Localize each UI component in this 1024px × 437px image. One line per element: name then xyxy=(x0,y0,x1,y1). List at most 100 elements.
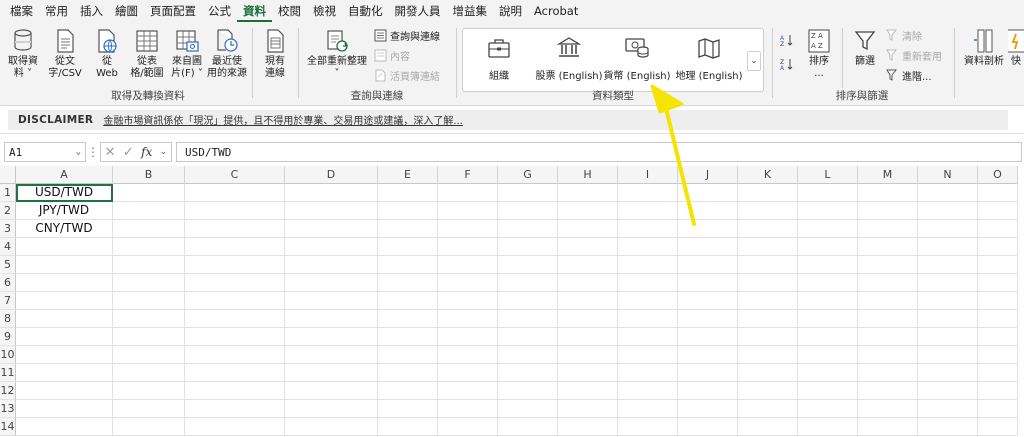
cell-G13[interactable] xyxy=(498,400,558,418)
cell-E11[interactable] xyxy=(378,364,438,382)
cell-B12[interactable] xyxy=(113,382,185,400)
cell-A2[interactable]: JPY/TWD xyxy=(16,202,113,220)
cell-I2[interactable] xyxy=(618,202,678,220)
row-header-4[interactable]: 4 xyxy=(0,238,16,256)
recent-sources-button[interactable]: 最近使 用的來源 xyxy=(207,28,247,86)
cell-H1[interactable] xyxy=(558,184,618,202)
cell-K14[interactable] xyxy=(738,418,798,436)
cell-A13[interactable] xyxy=(16,400,113,418)
select-all-corner[interactable] xyxy=(0,166,16,184)
existing-connections-button[interactable]: 現有 連線 xyxy=(256,28,294,86)
cell-E5[interactable] xyxy=(378,256,438,274)
row-header-8[interactable]: 8 xyxy=(0,310,16,328)
insert-function-icon[interactable]: fx xyxy=(141,145,152,159)
column-header-D[interactable]: D xyxy=(285,166,378,184)
filter-button[interactable]: 篩選 xyxy=(846,28,884,86)
cell-M10[interactable] xyxy=(858,346,918,364)
cell-F3[interactable] xyxy=(438,220,498,238)
cell-D13[interactable] xyxy=(285,400,378,418)
cell-L5[interactable] xyxy=(798,256,858,274)
cell-L4[interactable] xyxy=(798,238,858,256)
cell-O3[interactable] xyxy=(978,220,1018,238)
cell-H6[interactable] xyxy=(558,274,618,292)
cancel-icon[interactable]: ✕ xyxy=(105,145,116,160)
cell-H10[interactable] xyxy=(558,346,618,364)
cell-C11[interactable] xyxy=(185,364,285,382)
tab-13[interactable]: Acrobat xyxy=(528,0,584,22)
cell-J3[interactable] xyxy=(678,220,738,238)
cell-K7[interactable] xyxy=(738,292,798,310)
cell-J8[interactable] xyxy=(678,310,738,328)
cell-H13[interactable] xyxy=(558,400,618,418)
cell-C8[interactable] xyxy=(185,310,285,328)
cell-C4[interactable] xyxy=(185,238,285,256)
cell-M8[interactable] xyxy=(858,310,918,328)
sort-ascending-button[interactable]: AZ xyxy=(780,32,796,49)
column-header-H[interactable]: H xyxy=(558,166,618,184)
cell-B2[interactable] xyxy=(113,202,185,220)
cell-G5[interactable] xyxy=(498,256,558,274)
cell-E6[interactable] xyxy=(378,274,438,292)
cell-D2[interactable] xyxy=(285,202,378,220)
cell-F10[interactable] xyxy=(438,346,498,364)
cell-H11[interactable] xyxy=(558,364,618,382)
cell-K12[interactable] xyxy=(738,382,798,400)
row-header-13[interactable]: 13 xyxy=(0,400,16,418)
cell-M3[interactable] xyxy=(858,220,918,238)
cell-J11[interactable] xyxy=(678,364,738,382)
cell-L7[interactable] xyxy=(798,292,858,310)
cell-G1[interactable] xyxy=(498,184,558,202)
cell-B8[interactable] xyxy=(113,310,185,328)
cell-A4[interactable] xyxy=(16,238,113,256)
cell-G10[interactable] xyxy=(498,346,558,364)
cell-G4[interactable] xyxy=(498,238,558,256)
cell-C3[interactable] xyxy=(185,220,285,238)
column-header-C[interactable]: C xyxy=(185,166,285,184)
cell-C6[interactable] xyxy=(185,274,285,292)
cell-C10[interactable] xyxy=(185,346,285,364)
tab-9[interactable]: 自動化 xyxy=(342,0,389,22)
cell-A12[interactable] xyxy=(16,382,113,400)
cell-N5[interactable] xyxy=(918,256,978,274)
cell-K11[interactable] xyxy=(738,364,798,382)
cell-J12[interactable] xyxy=(678,382,738,400)
cell-L2[interactable] xyxy=(798,202,858,220)
cell-G6[interactable] xyxy=(498,274,558,292)
cell-G14[interactable] xyxy=(498,418,558,436)
cell-L13[interactable] xyxy=(798,400,858,418)
cell-D14[interactable] xyxy=(285,418,378,436)
cell-A11[interactable] xyxy=(16,364,113,382)
cell-C1[interactable] xyxy=(185,184,285,202)
cell-M4[interactable] xyxy=(858,238,918,256)
tab-1[interactable]: 常用 xyxy=(39,0,74,22)
cell-F4[interactable] xyxy=(438,238,498,256)
cell-I1[interactable] xyxy=(618,184,678,202)
cell-E8[interactable] xyxy=(378,310,438,328)
formula-bar-grip[interactable]: ⋮ xyxy=(86,145,100,159)
cell-N10[interactable] xyxy=(918,346,978,364)
cell-O2[interactable] xyxy=(978,202,1018,220)
cell-N1[interactable] xyxy=(918,184,978,202)
cell-D7[interactable] xyxy=(285,292,378,310)
cell-J5[interactable] xyxy=(678,256,738,274)
cell-N12[interactable] xyxy=(918,382,978,400)
cell-F1[interactable] xyxy=(438,184,498,202)
cell-G11[interactable] xyxy=(498,364,558,382)
quick-analysis-button[interactable]: 快 xyxy=(1008,28,1024,86)
cell-K6[interactable] xyxy=(738,274,798,292)
cell-N6[interactable] xyxy=(918,274,978,292)
cell-O10[interactable] xyxy=(978,346,1018,364)
cell-B10[interactable] xyxy=(113,346,185,364)
cell-F2[interactable] xyxy=(438,202,498,220)
cell-K10[interactable] xyxy=(738,346,798,364)
cell-L3[interactable] xyxy=(798,220,858,238)
column-header-K[interactable]: K xyxy=(738,166,798,184)
row-header-5[interactable]: 5 xyxy=(0,256,16,274)
cell-F14[interactable] xyxy=(438,418,498,436)
cell-H2[interactable] xyxy=(558,202,618,220)
chevron-down-icon[interactable]: ⌄ xyxy=(76,147,81,157)
row-header-2[interactable]: 2 xyxy=(0,202,16,220)
cell-E12[interactable] xyxy=(378,382,438,400)
cell-O12[interactable] xyxy=(978,382,1018,400)
cell-D12[interactable] xyxy=(285,382,378,400)
